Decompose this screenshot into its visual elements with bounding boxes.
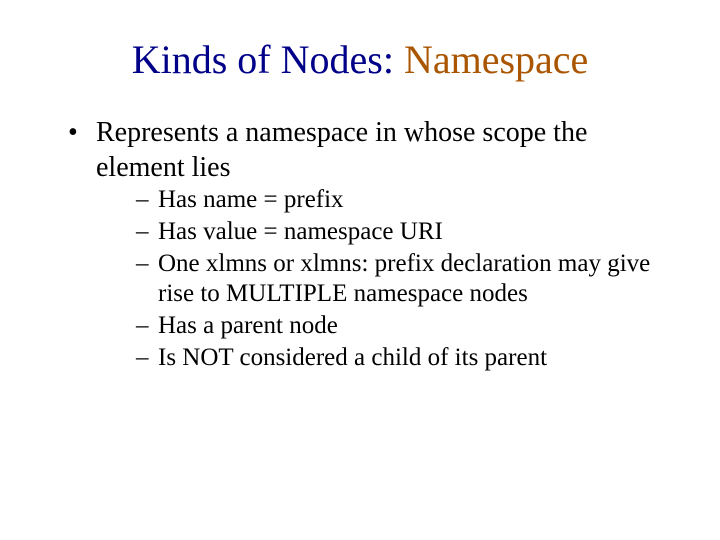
dash-item: One xlmns or xlmns: prefix declaration m… bbox=[136, 249, 672, 309]
bullet-text: Represents a namespace in whose scope th… bbox=[96, 117, 587, 183]
title-accent: Namespace bbox=[404, 37, 588, 82]
dash-list: Has name = prefix Has value = namespace … bbox=[96, 185, 672, 373]
slide-title: Kinds of Nodes: Namespace bbox=[48, 36, 672, 83]
dash-item: Has value = namespace URI bbox=[136, 217, 672, 247]
title-main: Kinds of Nodes: bbox=[132, 37, 404, 82]
dash-item: Has a parent node bbox=[136, 311, 672, 341]
dash-text: Has a parent node bbox=[158, 312, 338, 339]
dash-text: Is NOT considered a child of its parent bbox=[158, 344, 547, 371]
dash-item: Is NOT considered a child of its parent bbox=[136, 343, 672, 373]
dash-text: Has name = prefix bbox=[158, 186, 344, 213]
bullet-item: Represents a namespace in whose scope th… bbox=[68, 115, 672, 373]
bullet-list: Represents a namespace in whose scope th… bbox=[48, 115, 672, 373]
dash-text: Has value = namespace URI bbox=[158, 218, 443, 245]
dash-text: One xlmns or xlmns: prefix declaration m… bbox=[158, 250, 650, 307]
dash-item: Has name = prefix bbox=[136, 185, 672, 215]
